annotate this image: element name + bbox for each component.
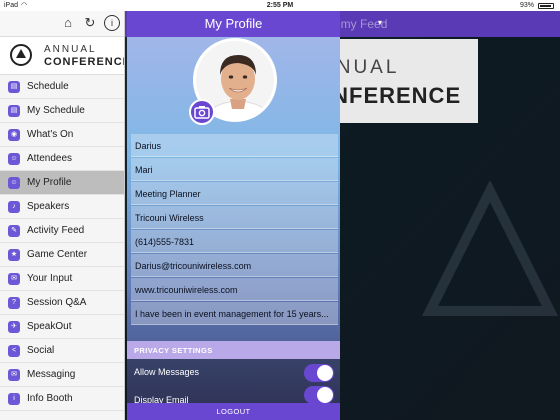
first-name-field[interactable]: Darius	[131, 134, 338, 157]
display-email-row: Display Email	[127, 386, 340, 405]
info-icon[interactable]: i	[104, 15, 120, 31]
allow-messages-toggle[interactable]	[304, 364, 334, 382]
sidebar-item-attendees[interactable]: ☺ Attendees	[0, 147, 124, 171]
sidebar-item-label: Schedule	[27, 81, 69, 92]
logout-button[interactable]: LOGOUT	[127, 403, 340, 420]
logo-line2: CONFERENCE	[44, 56, 125, 68]
email-field[interactable]: Darius@tricouniwireless.com	[131, 254, 338, 277]
whats-on-icon: ◉	[8, 129, 20, 141]
sidebar-item-social[interactable]: < Social	[0, 339, 124, 363]
company-field[interactable]: Tricouni Wireless	[131, 206, 338, 229]
clock: 2:55 PM	[266, 2, 294, 9]
sidebar-item-label: Messaging	[27, 369, 76, 380]
sidebar-item-label: My Profile	[27, 177, 72, 188]
sidebar-item-session-q-a[interactable]: ? Session Q&A	[0, 291, 124, 315]
logo-line1: ANNUAL	[44, 44, 97, 55]
activity-feed-icon: ✎	[8, 225, 20, 237]
calendar-icon: ▤	[8, 81, 20, 93]
profile-panel: My Profile Darius Mari Meeting Planner T…	[127, 11, 340, 420]
sidebar-item-activity-feed[interactable]: ✎ Activity Feed	[0, 219, 124, 243]
info-booth-icon: i	[8, 393, 20, 405]
sidebar-item-schedule[interactable]: ▤ Schedule	[0, 75, 124, 99]
sidebar-menu: ▤ Schedule ▤ My Schedule ◉ What's On ☺ Attendee…	[0, 75, 124, 411]
my-schedule-icon: ▤	[8, 105, 20, 117]
sidebar-item-label: Speakers	[27, 201, 70, 212]
change-photo-button[interactable]	[189, 99, 215, 125]
privacy-settings-header: PRIVACY SETTINGS	[127, 341, 340, 359]
sidebar-item-label: Game Center	[27, 249, 88, 260]
sidebar-item-your-input[interactable]: ✉ Your Input	[0, 267, 124, 291]
speakers-icon: ♪	[8, 201, 20, 213]
sidebar-item-speakers[interactable]: ♪ Speakers	[0, 195, 124, 219]
allow-messages-row: Allow Messages	[127, 359, 340, 387]
qa-icon: ?	[8, 297, 20, 309]
sidebar-item-label: Your Input	[27, 273, 73, 284]
refresh-icon[interactable]: ↻	[82, 15, 98, 31]
sidebar-item-label: Session Q&A	[27, 297, 87, 308]
sidebar-item-label: Info Booth	[27, 393, 73, 404]
sidebar-item-game-center[interactable]: ★ Game Center	[0, 243, 124, 267]
sidebar-item-messaging[interactable]: ✉ Messaging	[0, 363, 124, 387]
sidebar-item-my-schedule[interactable]: ▤ My Schedule	[0, 99, 124, 123]
chevron-down-icon: ▾	[378, 18, 383, 27]
conference-logo-icon	[10, 44, 32, 66]
game-center-icon: ★	[8, 249, 20, 261]
battery-icon	[538, 3, 554, 9]
messaging-icon: ✉	[8, 369, 20, 381]
status-bar: iPad ◠ 2:55 PM 93%	[0, 0, 560, 11]
last-name-field[interactable]: Mari	[131, 158, 338, 181]
allow-messages-label: Allow Messages	[134, 367, 200, 377]
sidebar-item-info-booth[interactable]: i Info Booth	[0, 387, 124, 411]
app-logo: ANNUAL CONFERENCE	[0, 37, 124, 75]
speakout-icon: ✈	[8, 321, 20, 333]
profile-icon: ☺	[8, 177, 20, 189]
website-field[interactable]: www.tricouniwireless.com	[131, 278, 338, 301]
background-logo-icon	[421, 181, 559, 316]
battery-percent: 93%	[519, 2, 534, 9]
page-title: My Profile	[204, 16, 263, 31]
sidebar-toolbar: ⌂ ↻ i	[0, 11, 124, 37]
sidebar-item-what-s-on[interactable]: ◉ What's On	[0, 123, 124, 147]
job-title-field[interactable]: Meeting Planner	[131, 182, 338, 205]
display-email-toggle[interactable]	[304, 386, 334, 404]
sidebar-item-my-profile[interactable]: ☺ My Profile	[0, 171, 124, 195]
sidebar: ⌂ ↻ i ANNUAL CONFERENCE ▤ Schedule ▤ My Sch…	[0, 11, 125, 420]
panel-header: My Profile	[127, 11, 340, 37]
sidebar-item-speakout[interactable]: ✈ SpeakOut	[0, 315, 124, 339]
bio-field[interactable]: I have been in event management for 15 y…	[131, 302, 338, 325]
attendees-icon: ☺	[8, 153, 20, 165]
social-icon: <	[8, 345, 20, 357]
home-icon[interactable]: ⌂	[60, 15, 76, 31]
sidebar-item-label: Social	[27, 345, 55, 356]
sidebar-item-label: Activity Feed	[27, 225, 85, 236]
your-input-icon: ✉	[8, 273, 20, 285]
camera-icon	[194, 106, 210, 119]
sidebar-item-label: SpeakOut	[27, 321, 72, 332]
sidebar-item-label: What's On	[27, 129, 74, 140]
sidebar-item-label: My Schedule	[27, 105, 85, 116]
phone-field[interactable]: (614)555-7831	[131, 230, 338, 253]
sidebar-item-label: Attendees	[27, 153, 73, 164]
